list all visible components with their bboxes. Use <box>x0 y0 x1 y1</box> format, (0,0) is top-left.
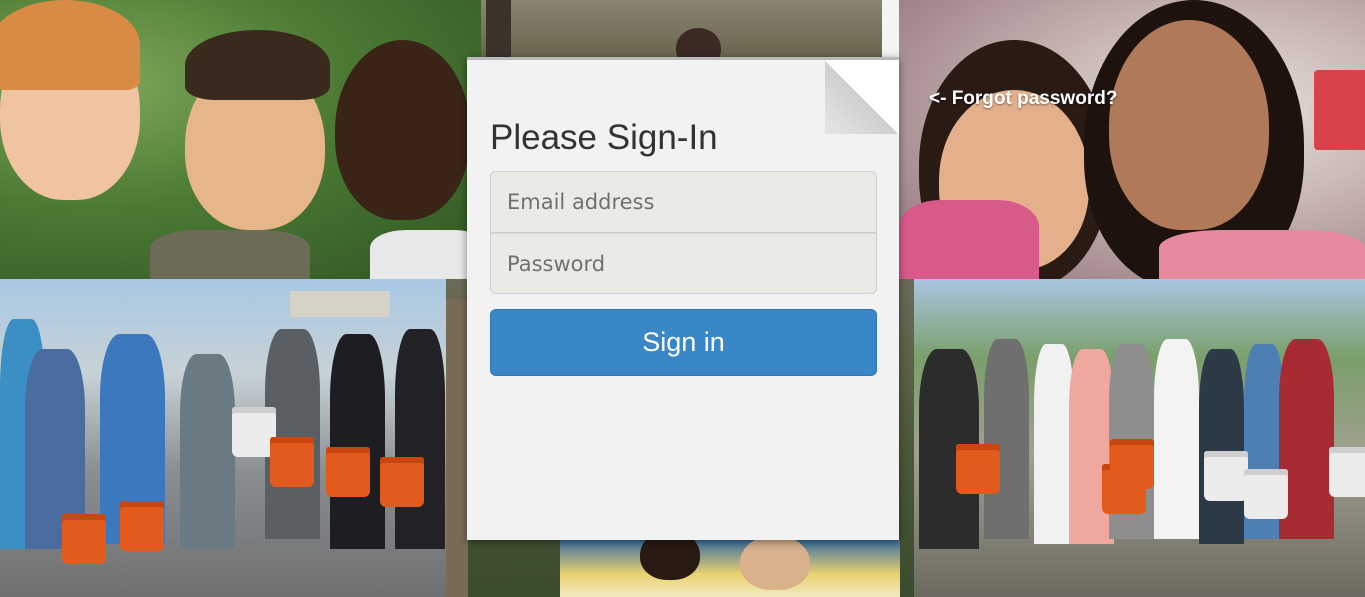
password-field[interactable] <box>490 233 877 294</box>
forgot-password-link[interactable]: <- Forgot password? <box>929 88 1117 110</box>
page-background: <- Forgot password? Please Sign-In Sign … <box>0 0 1365 597</box>
photo-volunteers-strip <box>560 540 900 597</box>
photo-cleanup-group-buckets <box>0 279 446 597</box>
page-title: Please Sign-In <box>490 118 718 157</box>
photo-campus-building <box>481 0 882 58</box>
page-curl-decoration <box>825 60 899 134</box>
credentials-group <box>490 171 877 294</box>
signin-button[interactable]: Sign in <box>490 309 877 376</box>
photo-students-selfie <box>0 0 481 279</box>
photo-cleanup-team-buckets <box>914 279 1365 597</box>
signin-card: Please Sign-In Sign in <box>467 57 899 540</box>
email-field[interactable] <box>490 171 877 233</box>
photo-girls-smiling <box>899 0 1365 279</box>
